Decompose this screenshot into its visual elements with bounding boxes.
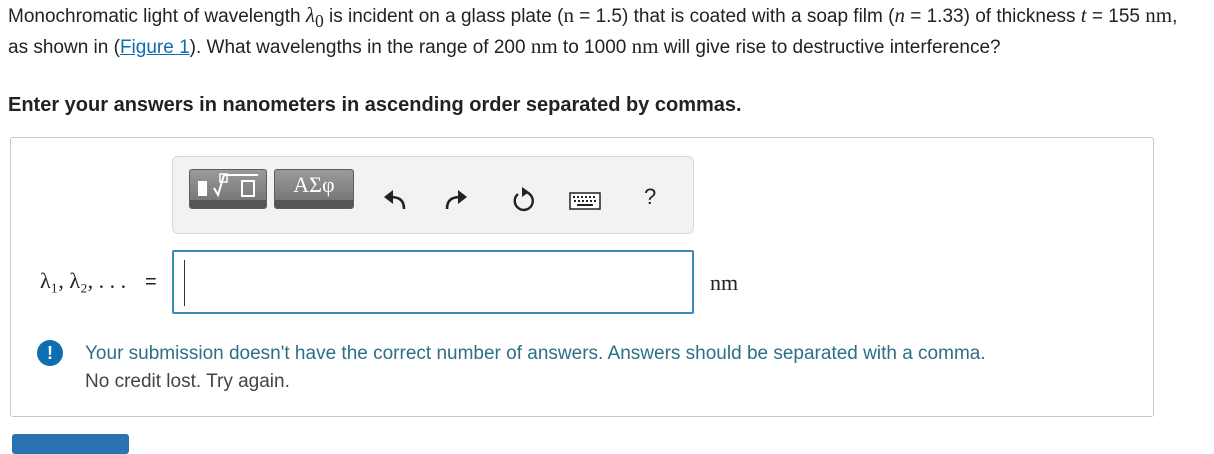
math-toolbar: ΑΣφ ? bbox=[172, 156, 694, 234]
unit-nm: nm bbox=[631, 34, 659, 59]
lambda0-symbol: λ0 bbox=[305, 3, 324, 32]
question-part: Monochromatic light of wavelength bbox=[8, 6, 306, 27]
alert-icon: ! bbox=[37, 340, 63, 366]
feedback-sub-text: No credit lost. Try again. bbox=[85, 371, 290, 392]
greek-symbols-label: ΑΣφ bbox=[293, 172, 335, 197]
question-part: = 1.33) of thickness bbox=[904, 6, 1081, 27]
question-part: will give rise to destructive interferen… bbox=[658, 37, 1001, 59]
help-button[interactable]: ? bbox=[644, 184, 656, 210]
question-part: = 1.5) that is coated with a soap film ( bbox=[573, 6, 895, 27]
templates-icon bbox=[198, 173, 258, 198]
n-film-symbol: n bbox=[894, 3, 905, 27]
question-part: = 155 bbox=[1086, 6, 1146, 27]
question-text: Monochromatic light of wavelength λ0 is … bbox=[8, 3, 1198, 60]
greek-dropdown-bar bbox=[275, 200, 353, 208]
equals-sign: = bbox=[145, 271, 157, 293]
answer-input[interactable] bbox=[172, 250, 694, 314]
instruction-text: Enter your answers in nanometers in asce… bbox=[8, 94, 742, 116]
keyboard-icon[interactable] bbox=[569, 192, 601, 210]
feedback-main-text: Your submission doesn't have the correct… bbox=[85, 343, 986, 364]
question-part: to 1000 bbox=[557, 37, 632, 59]
unit-nm: nm bbox=[530, 34, 558, 59]
feedback-message: Your submission doesn't have the correct… bbox=[85, 340, 986, 396]
answer-unit: nm bbox=[710, 270, 739, 295]
undo-icon[interactable] bbox=[382, 187, 408, 213]
submit-button[interactable] bbox=[12, 434, 129, 454]
answer-lhs-label: λ₁, λ₂, . . . bbox=[40, 268, 127, 293]
n-symbol: n bbox=[563, 3, 574, 27]
redo-icon[interactable] bbox=[443, 187, 469, 213]
text-caret bbox=[184, 260, 185, 306]
question-part: ). What wavelengths in the range of 200 bbox=[189, 37, 531, 59]
question-part: is incident on a glass plate ( bbox=[323, 6, 564, 27]
templates-button[interactable] bbox=[189, 169, 267, 209]
figure-1-link[interactable]: Figure 1 bbox=[120, 37, 190, 58]
unit-nm: nm bbox=[1145, 3, 1173, 27]
templates-dropdown-bar bbox=[190, 200, 266, 208]
greek-symbols-button[interactable]: ΑΣφ bbox=[274, 169, 354, 209]
reset-icon[interactable] bbox=[510, 187, 536, 213]
